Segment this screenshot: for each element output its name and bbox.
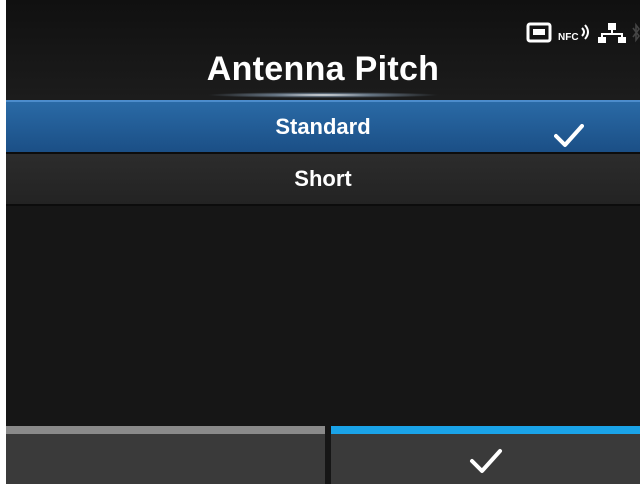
sd-card-icon: [526, 22, 552, 44]
softkey-bar: [6, 426, 640, 484]
list-item-label: Standard: [275, 114, 371, 139]
page-title: Antenna Pitch: [206, 50, 440, 88]
header: NFC Antenna Pitch: [6, 0, 640, 100]
nfc-icon: NFC: [558, 22, 592, 44]
softkey-left[interactable]: [6, 426, 325, 484]
list-item-label: Short: [294, 166, 352, 191]
softkey-confirm-button[interactable]: [331, 426, 640, 484]
check-icon: [469, 448, 503, 479]
title-underline-glow: [206, 92, 440, 98]
list-item-standard[interactable]: Standard: [6, 100, 640, 154]
printer-screen: NFC Antenna Pitch Standard Short: [6, 0, 640, 484]
status-icons: NFC: [526, 22, 640, 44]
list-item-short[interactable]: Short: [6, 154, 640, 206]
option-list: Standard Short: [6, 100, 640, 206]
bluetooth-icon: [632, 22, 640, 44]
network-icon: [598, 22, 626, 44]
nfc-icon-label: NFC: [558, 32, 579, 43]
